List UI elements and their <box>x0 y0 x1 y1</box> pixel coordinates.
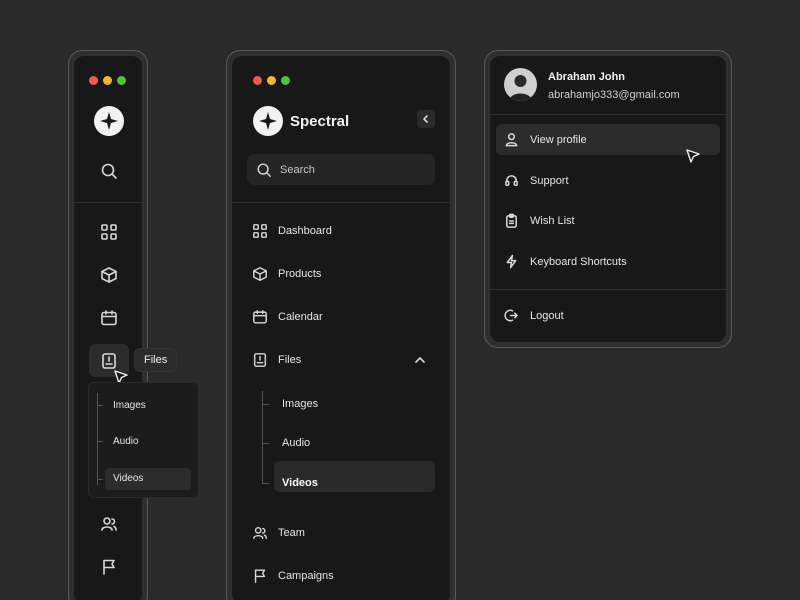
collapse-sidebar-button[interactable] <box>417 110 435 128</box>
brand-name: Spectral <box>290 113 350 130</box>
maximize-window-button[interactable] <box>281 76 290 85</box>
search-icon[interactable] <box>100 162 118 180</box>
logo-icon[interactable] <box>253 106 283 136</box>
files-tooltip: Files <box>134 348 178 372</box>
nav-item-files[interactable]: Files <box>252 352 301 368</box>
calendar-icon[interactable] <box>100 309 118 327</box>
menu-label: Keyboard Shortcuts <box>530 255 627 268</box>
headset-icon <box>505 175 518 186</box>
expanded-sidebar: Spectral Search Dashboard Products Calen… <box>232 56 450 600</box>
nav-item-dashboard[interactable]: Dashboard <box>252 223 332 239</box>
avatar[interactable] <box>504 68 537 101</box>
menu-label: Wish List <box>530 214 575 227</box>
close-window-button[interactable] <box>89 76 98 85</box>
files-sub-item-images[interactable]: Images <box>282 398 318 410</box>
collapsed-sidebar <box>74 56 142 600</box>
user-icon <box>505 133 518 147</box>
users-icon[interactable] <box>100 515 118 533</box>
menu-item-wish-list[interactable]: Wish List <box>504 213 575 228</box>
cursor-icon <box>686 149 700 163</box>
menu-label: Logout <box>530 309 564 322</box>
collapsed-sidebar-window <box>68 50 148 600</box>
menu-label: Support <box>530 174 569 187</box>
nav-item-campaigns[interactable]: Campaigns <box>252 568 334 584</box>
search-icon <box>257 163 271 177</box>
file-icon <box>253 353 267 367</box>
nav-label: Dashboard <box>278 225 332 237</box>
nav-item-products[interactable]: Products <box>252 266 321 282</box>
files-sub-item-videos[interactable]: Videos <box>282 477 318 489</box>
nav-label: Campaigns <box>278 570 334 582</box>
logo-icon[interactable] <box>94 106 124 136</box>
tree-branch <box>97 479 103 480</box>
close-window-button[interactable] <box>253 76 262 85</box>
divider <box>232 202 450 203</box>
nav-label: Calendar <box>278 311 323 323</box>
user-name: Abraham John <box>548 71 626 83</box>
grid-icon <box>253 224 267 238</box>
search-input[interactable]: Search <box>247 154 435 185</box>
divider <box>74 202 142 203</box>
flag-icon <box>254 569 266 583</box>
tree-branch <box>97 441 103 442</box>
expanded-sidebar-window: Spectral Search Dashboard Products Calen… <box>226 50 456 600</box>
nav-label: Team <box>278 527 305 539</box>
flyout-item-videos[interactable]: Videos <box>113 473 143 484</box>
tree-branch <box>262 443 269 444</box>
nav-item-calendar[interactable]: Calendar <box>252 309 323 325</box>
flyout-item-audio[interactable]: Audio <box>113 436 139 447</box>
files-flyout-menu: Images Audio Videos <box>88 382 199 498</box>
menu-item-logout[interactable]: Logout <box>504 308 564 323</box>
divider <box>490 114 726 115</box>
bolt-icon <box>506 254 517 269</box>
files-sub-item-audio[interactable]: Audio <box>282 437 310 449</box>
flag-icon[interactable] <box>100 558 118 576</box>
minimize-window-button[interactable] <box>267 76 276 85</box>
nav-label: Files <box>278 354 302 366</box>
menu-item-support[interactable]: Support <box>504 173 569 188</box>
logout-icon <box>504 309 518 322</box>
menu-label: View profile <box>530 133 587 146</box>
box-icon <box>253 267 267 281</box>
calendar-icon <box>253 310 267 324</box>
box-icon[interactable] <box>100 266 118 284</box>
tree-branch <box>262 404 269 405</box>
menu-item-view-profile[interactable]: View profile <box>504 132 587 147</box>
user-email: abrahamjo333@gmail.com <box>548 89 680 101</box>
window-controls <box>89 76 126 85</box>
file-icon <box>100 352 118 370</box>
profile-menu: Abraham John abrahamjo333@gmail.com View… <box>490 56 726 342</box>
flyout-item-images[interactable]: Images <box>113 400 146 411</box>
chevron-left-icon <box>423 115 428 123</box>
search-placeholder: Search <box>280 163 315 176</box>
nav-item-team[interactable]: Team <box>252 525 305 541</box>
tree-branch <box>97 405 103 406</box>
minimize-window-button[interactable] <box>103 76 112 85</box>
menu-item-keyboard-shortcuts[interactable]: Keyboard Shortcuts <box>504 254 627 269</box>
tree-line <box>97 393 98 485</box>
users-icon <box>253 526 267 540</box>
chevron-up-icon[interactable] <box>413 353 427 372</box>
clipboard-icon <box>506 213 517 228</box>
divider <box>490 289 726 290</box>
nav-label: Products <box>278 268 322 280</box>
window-controls <box>253 76 290 85</box>
profile-menu-window: Abraham John abrahamjo333@gmail.com View… <box>484 50 732 348</box>
maximize-window-button[interactable] <box>117 76 126 85</box>
grid-icon[interactable] <box>100 223 118 241</box>
tree-branch <box>262 483 269 484</box>
